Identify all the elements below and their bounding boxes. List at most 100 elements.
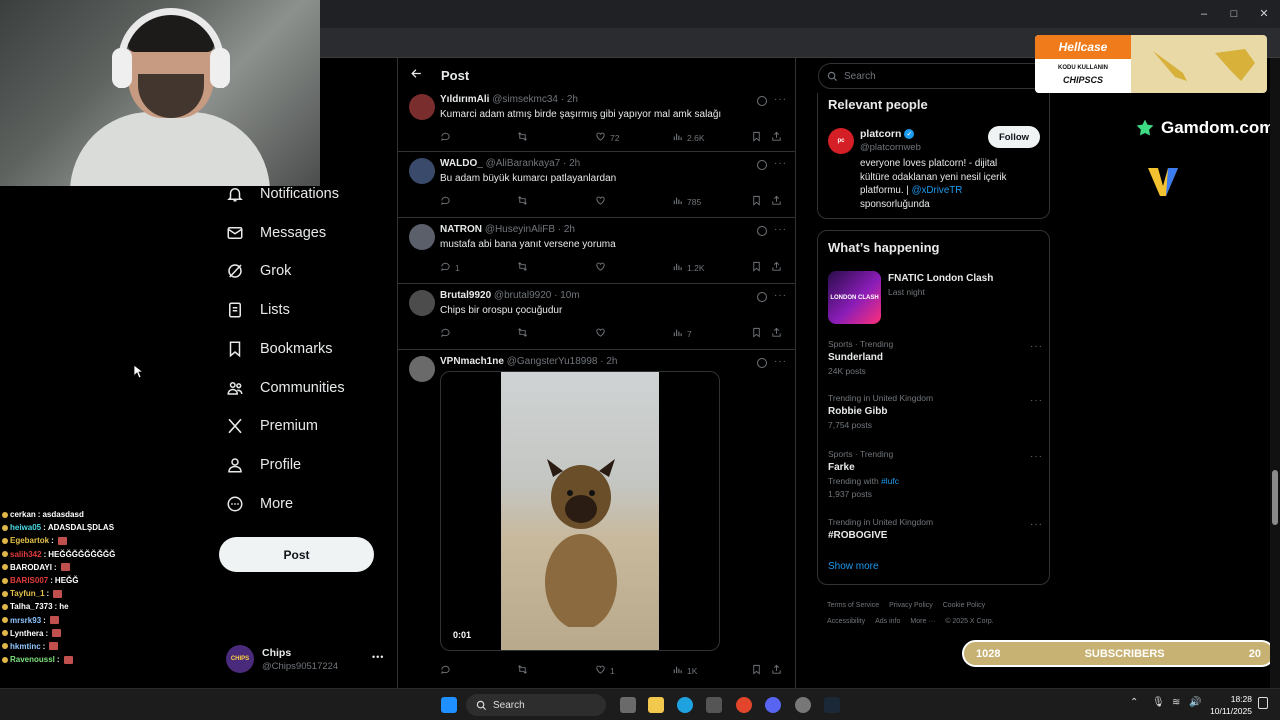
retweet-button[interactable]	[517, 327, 532, 340]
nav-lists[interactable]: Lists	[226, 295, 290, 325]
bookmark-button[interactable]	[751, 664, 762, 677]
scrollbar-track[interactable]	[1270, 58, 1280, 688]
bookmark-button[interactable]	[751, 131, 762, 144]
views-button[interactable]: 7	[672, 327, 692, 340]
more-icon[interactable]: ···	[774, 94, 787, 105]
views-button[interactable]: 2.6K	[672, 131, 705, 144]
scrollbar-thumb[interactable]	[1272, 470, 1278, 525]
tweet-author[interactable]: NATRON	[440, 224, 482, 235]
task-view-icon[interactable]	[620, 697, 636, 713]
chrome-icon[interactable]	[736, 697, 752, 713]
grok-icon[interactable]	[757, 292, 767, 302]
account-more-icon[interactable]: •••	[372, 652, 384, 662]
trend-with-link[interactable]: #lufc	[881, 476, 899, 486]
clock[interactable]: 18:28 10/11/2025	[1210, 693, 1252, 717]
tweet[interactable]: Brutal9920 @brutal9920 · 10m ··· Chips bir…	[398, 284, 795, 350]
more-icon[interactable]: ···	[774, 290, 787, 301]
taskbar-search[interactable]: Search	[466, 694, 606, 716]
footer-link[interactable]: Privacy Policy	[889, 602, 933, 609]
grok-icon[interactable]	[757, 226, 767, 236]
trend-item[interactable]: Sports · Trending Sunderland 24K posts ···	[828, 339, 1043, 376]
nav-premium[interactable]: Premium	[226, 411, 318, 441]
relevant-name-row[interactable]: platcorn ✓	[860, 128, 915, 140]
bio-mention-link[interactable]: @xDriveTR	[912, 185, 963, 196]
tweet-author[interactable]: VPNmach1ne	[440, 356, 504, 367]
reply-button[interactable]	[440, 664, 455, 677]
reply-button[interactable]	[440, 327, 455, 340]
notification-icon[interactable]	[1258, 697, 1268, 709]
footer-link[interactable]: Cookie Policy	[943, 602, 985, 609]
nav-profile[interactable]: Profile	[226, 450, 301, 480]
minimize-button[interactable]: –	[1196, 6, 1212, 22]
more-icon[interactable]: ···	[1030, 451, 1043, 462]
grok-icon[interactable]	[757, 96, 767, 106]
avatar[interactable]	[409, 94, 435, 120]
retweet-button[interactable]	[517, 261, 532, 274]
reply-button[interactable]: 1	[440, 261, 460, 274]
share-button[interactable]	[771, 261, 782, 274]
volume-icon[interactable]: 🔊	[1189, 697, 1201, 708]
tweet-video[interactable]: 0:01	[440, 371, 720, 651]
tray-chevron-icon[interactable]: ⌃	[1130, 697, 1138, 708]
retweet-button[interactable]	[517, 664, 532, 677]
tweet-time[interactable]: · 2h	[558, 224, 575, 235]
back-arrow-icon[interactable]	[410, 67, 423, 83]
close-button[interactable]: ✕	[1256, 6, 1272, 22]
tweet-author[interactable]: WALDO_	[440, 158, 483, 169]
bookmark-button[interactable]	[751, 261, 762, 274]
more-icon[interactable]: ···	[1030, 341, 1043, 352]
avatar[interactable]	[409, 158, 435, 184]
like-button[interactable]: 72	[595, 131, 619, 144]
app-icon[interactable]	[795, 697, 811, 713]
tweet[interactable]: YıldırımAli @simsekmc34 · 2h ··· Kumarci a…	[398, 94, 795, 152]
views-button[interactable]: 1K	[672, 664, 697, 677]
wifi-icon[interactable]: ≋	[1172, 697, 1180, 708]
tweet-author[interactable]: Brutal9920	[440, 290, 491, 301]
account-switcher[interactable]: CHIPS Chips @Chips90517224 •••	[226, 642, 386, 676]
search-input[interactable]: Search	[818, 63, 1050, 89]
views-button[interactable]: 785	[672, 195, 701, 208]
footer-link[interactable]: Terms of Service	[827, 602, 879, 609]
nav-messages[interactable]: Messages	[226, 218, 326, 248]
windows-start-icon[interactable]	[441, 697, 457, 713]
footer-link[interactable]: Ads info	[875, 618, 900, 625]
share-button[interactable]	[771, 195, 782, 208]
nav-communities[interactable]: Communities	[226, 373, 345, 403]
nav-more[interactable]: More	[226, 489, 293, 519]
retweet-button[interactable]	[517, 131, 532, 144]
steam-icon[interactable]	[824, 697, 840, 713]
more-icon[interactable]: ···	[1030, 519, 1043, 530]
bookmark-button[interactable]	[751, 327, 762, 340]
tweet[interactable]: NATRON @HuseyinAliFB · 2h ··· mustafa abi …	[398, 218, 795, 284]
tweet-author[interactable]: YıldırımAli	[440, 94, 489, 105]
retweet-button[interactable]	[517, 195, 532, 208]
like-button[interactable]	[595, 327, 610, 340]
tweet[interactable]: VPNmach1ne @GangsterYu18998 · 2h ··· 0:01…	[398, 350, 795, 688]
grok-icon[interactable]	[757, 160, 767, 170]
share-button[interactable]	[771, 664, 782, 677]
avatar[interactable]: pc	[828, 128, 854, 154]
reply-button[interactable]	[440, 195, 455, 208]
follow-button[interactable]: Follow	[988, 126, 1040, 148]
like-button[interactable]	[595, 195, 610, 208]
footer-link[interactable]: © 2025 X Corp.	[945, 618, 993, 625]
event-name[interactable]: FNATIC London Clash	[888, 273, 993, 284]
post-button[interactable]: Post	[219, 537, 374, 572]
more-icon[interactable]: ···	[1030, 395, 1043, 406]
tweet-time[interactable]: · 2h	[563, 158, 580, 169]
trend-item[interactable]: Trending in United Kingdom #ROBOGIVE ···	[828, 517, 1043, 541]
tweet-time[interactable]: · 2h	[600, 356, 617, 367]
avatar[interactable]	[409, 356, 435, 382]
maximize-button[interactable]: □	[1226, 6, 1242, 22]
nav-grok[interactable]: Grok	[226, 256, 291, 286]
tweet-time[interactable]: · 2h	[561, 94, 578, 105]
more-icon[interactable]: ···	[774, 356, 787, 367]
show-more-link[interactable]: Show more	[828, 561, 879, 572]
views-button[interactable]: 1.2K	[672, 261, 705, 274]
like-button[interactable]: 1	[595, 664, 615, 677]
reply-button[interactable]	[440, 131, 455, 144]
bookmark-button[interactable]	[751, 195, 762, 208]
trend-item[interactable]: Trending in United Kingdom Robbie Gibb 7,…	[828, 393, 1043, 430]
store-icon[interactable]	[706, 697, 722, 713]
nav-notifications[interactable]: Notifications	[226, 179, 339, 209]
